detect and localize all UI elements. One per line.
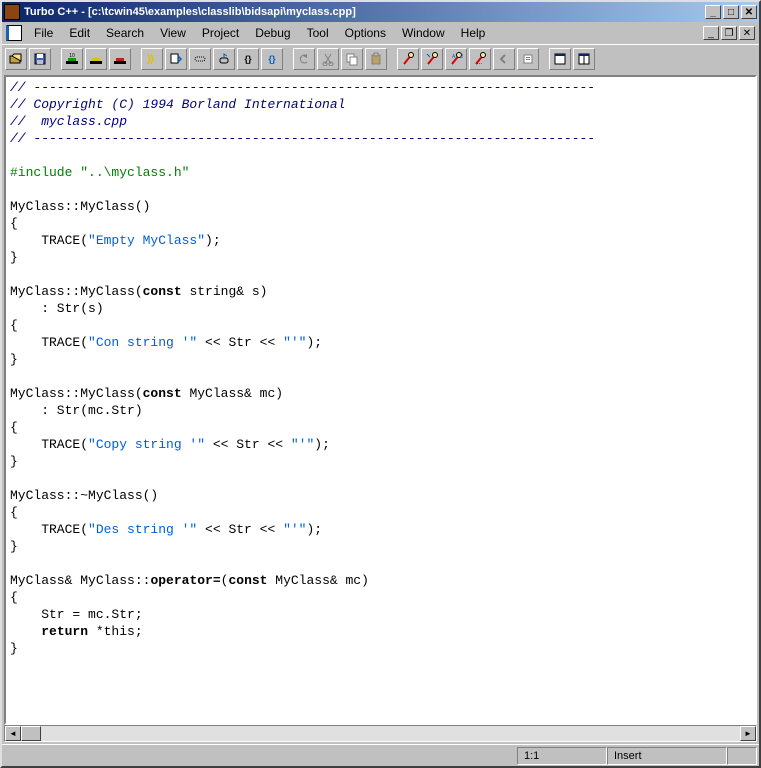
main-window: Turbo C++ - [c:\tcwin45\examples\classli… [0, 0, 761, 768]
pause-icon[interactable]: {} [261, 48, 283, 70]
step-over-icon[interactable] [165, 48, 187, 70]
scroll-right-icon[interactable]: ► [740, 726, 756, 741]
mdi-restore-button[interactable]: ❐ [721, 26, 737, 40]
code-line: { [10, 505, 18, 520]
make-icon[interactable] [85, 48, 107, 70]
cut-icon[interactable] [317, 48, 339, 70]
bookmark-prev-icon[interactable] [493, 48, 515, 70]
menu-edit[interactable]: Edit [61, 24, 98, 42]
mdi-close-button[interactable]: ✕ [739, 26, 755, 40]
code-line: { [10, 318, 18, 333]
menu-project[interactable]: Project [194, 24, 247, 42]
status-mode-pane: Insert [607, 747, 727, 765]
menu-tool[interactable]: Tool [299, 24, 337, 42]
mdi-minimize-button[interactable]: _ [703, 26, 719, 40]
code-line: MyClass::~MyClass() [10, 488, 158, 503]
svg-text:10: 10 [69, 53, 75, 59]
code-line: MyClass& MyClass::operator=(const MyClas… [10, 573, 369, 588]
titlebar[interactable]: Turbo C++ - [c:\tcwin45\examples\classli… [2, 2, 759, 22]
app-icon [4, 4, 20, 20]
build-icon[interactable] [109, 48, 131, 70]
code-line: Str = mc.Str; [10, 607, 143, 622]
minimize-button[interactable]: _ [705, 5, 721, 19]
editor-container: // -------------------------------------… [2, 73, 759, 744]
copy-icon[interactable] [341, 48, 363, 70]
svg-text:A→B: A→B [452, 54, 463, 60]
run-to-icon[interactable]: {} [237, 48, 259, 70]
code-editor[interactable]: // -------------------------------------… [4, 75, 757, 725]
replace-icon[interactable]: A→B [445, 48, 467, 70]
svg-text:...: ... [477, 60, 482, 66]
run-icon[interactable] [141, 48, 163, 70]
window-list-icon[interactable] [549, 48, 571, 70]
code-line: TRACE("Des string '" << Str << "'"); [10, 522, 322, 537]
code-line: return *this; [10, 624, 143, 639]
menu-file[interactable]: File [26, 24, 61, 42]
scroll-left-icon[interactable]: ◄ [5, 726, 21, 741]
code-line: TRACE("Empty MyClass"); [10, 233, 221, 248]
menu-debug[interactable]: Debug [247, 24, 298, 42]
code-line: : Str(mc.Str) [10, 403, 143, 418]
scroll-track[interactable] [41, 726, 740, 741]
maximize-button[interactable]: □ [723, 5, 739, 19]
open-file-icon[interactable] [5, 48, 27, 70]
save-file-icon[interactable] [29, 48, 51, 70]
code-line: } [10, 352, 18, 367]
paste-icon[interactable] [365, 48, 387, 70]
code-comment: // -------------------------------------… [10, 80, 595, 95]
window-title: Turbo C++ - [c:\tcwin45\examples\classli… [24, 6, 705, 18]
scroll-thumb[interactable] [21, 726, 41, 741]
compile-icon[interactable]: 10 [61, 48, 83, 70]
code-line: TRACE("Copy string '" << Str << "'"); [10, 437, 330, 452]
svg-text:{}: {} [244, 54, 252, 64]
search-next-icon[interactable] [421, 48, 443, 70]
svg-text:{}: {} [268, 54, 276, 64]
find-in-files-icon[interactable]: ... [469, 48, 491, 70]
code-line: } [10, 539, 18, 554]
code-line: { [10, 590, 18, 605]
statusbar: 1:1 Insert [2, 744, 759, 766]
code-line: MyClass::MyClass(const MyClass& mc) [10, 386, 283, 401]
horizontal-scrollbar[interactable]: ◄ ► [4, 725, 757, 742]
code-line: } [10, 641, 18, 656]
menubar: File Edit Search View Project Debug Tool… [2, 22, 759, 44]
menu-options[interactable]: Options [337, 24, 394, 42]
code-comment: // myclass.cpp [10, 114, 127, 129]
menu-help[interactable]: Help [453, 24, 494, 42]
code-line: : Str(s) [10, 301, 104, 316]
tile-icon[interactable] [573, 48, 595, 70]
trace-into-icon[interactable] [189, 48, 211, 70]
code-line: { [10, 420, 18, 435]
menu-view[interactable]: View [152, 24, 194, 42]
bookmark-next-icon[interactable] [517, 48, 539, 70]
search-icon[interactable] [397, 48, 419, 70]
code-line: { [10, 216, 18, 231]
code-comment: // -------------------------------------… [10, 131, 595, 146]
close-button[interactable]: ✕ [741, 5, 757, 19]
code-preproc: #include "..\myclass.h" [10, 165, 189, 180]
undo-icon[interactable] [293, 48, 315, 70]
menu-search[interactable]: Search [98, 24, 152, 42]
status-cursor-pane: 1:1 [517, 747, 607, 765]
code-line: TRACE("Con string '" << Str << "'"); [10, 335, 322, 350]
code-line: MyClass::MyClass() [10, 199, 150, 214]
toolbar: 10 {} {} A→B ... [2, 44, 759, 73]
status-empty-pane [727, 747, 757, 765]
menu-window[interactable]: Window [394, 24, 453, 42]
code-line: MyClass::MyClass(const string& s) [10, 284, 267, 299]
code-line: } [10, 250, 18, 265]
code-line: } [10, 454, 18, 469]
step-out-icon[interactable] [213, 48, 235, 70]
document-icon[interactable] [6, 25, 22, 41]
code-comment: // Copyright (C) 1994 Borland Internatio… [10, 97, 345, 112]
